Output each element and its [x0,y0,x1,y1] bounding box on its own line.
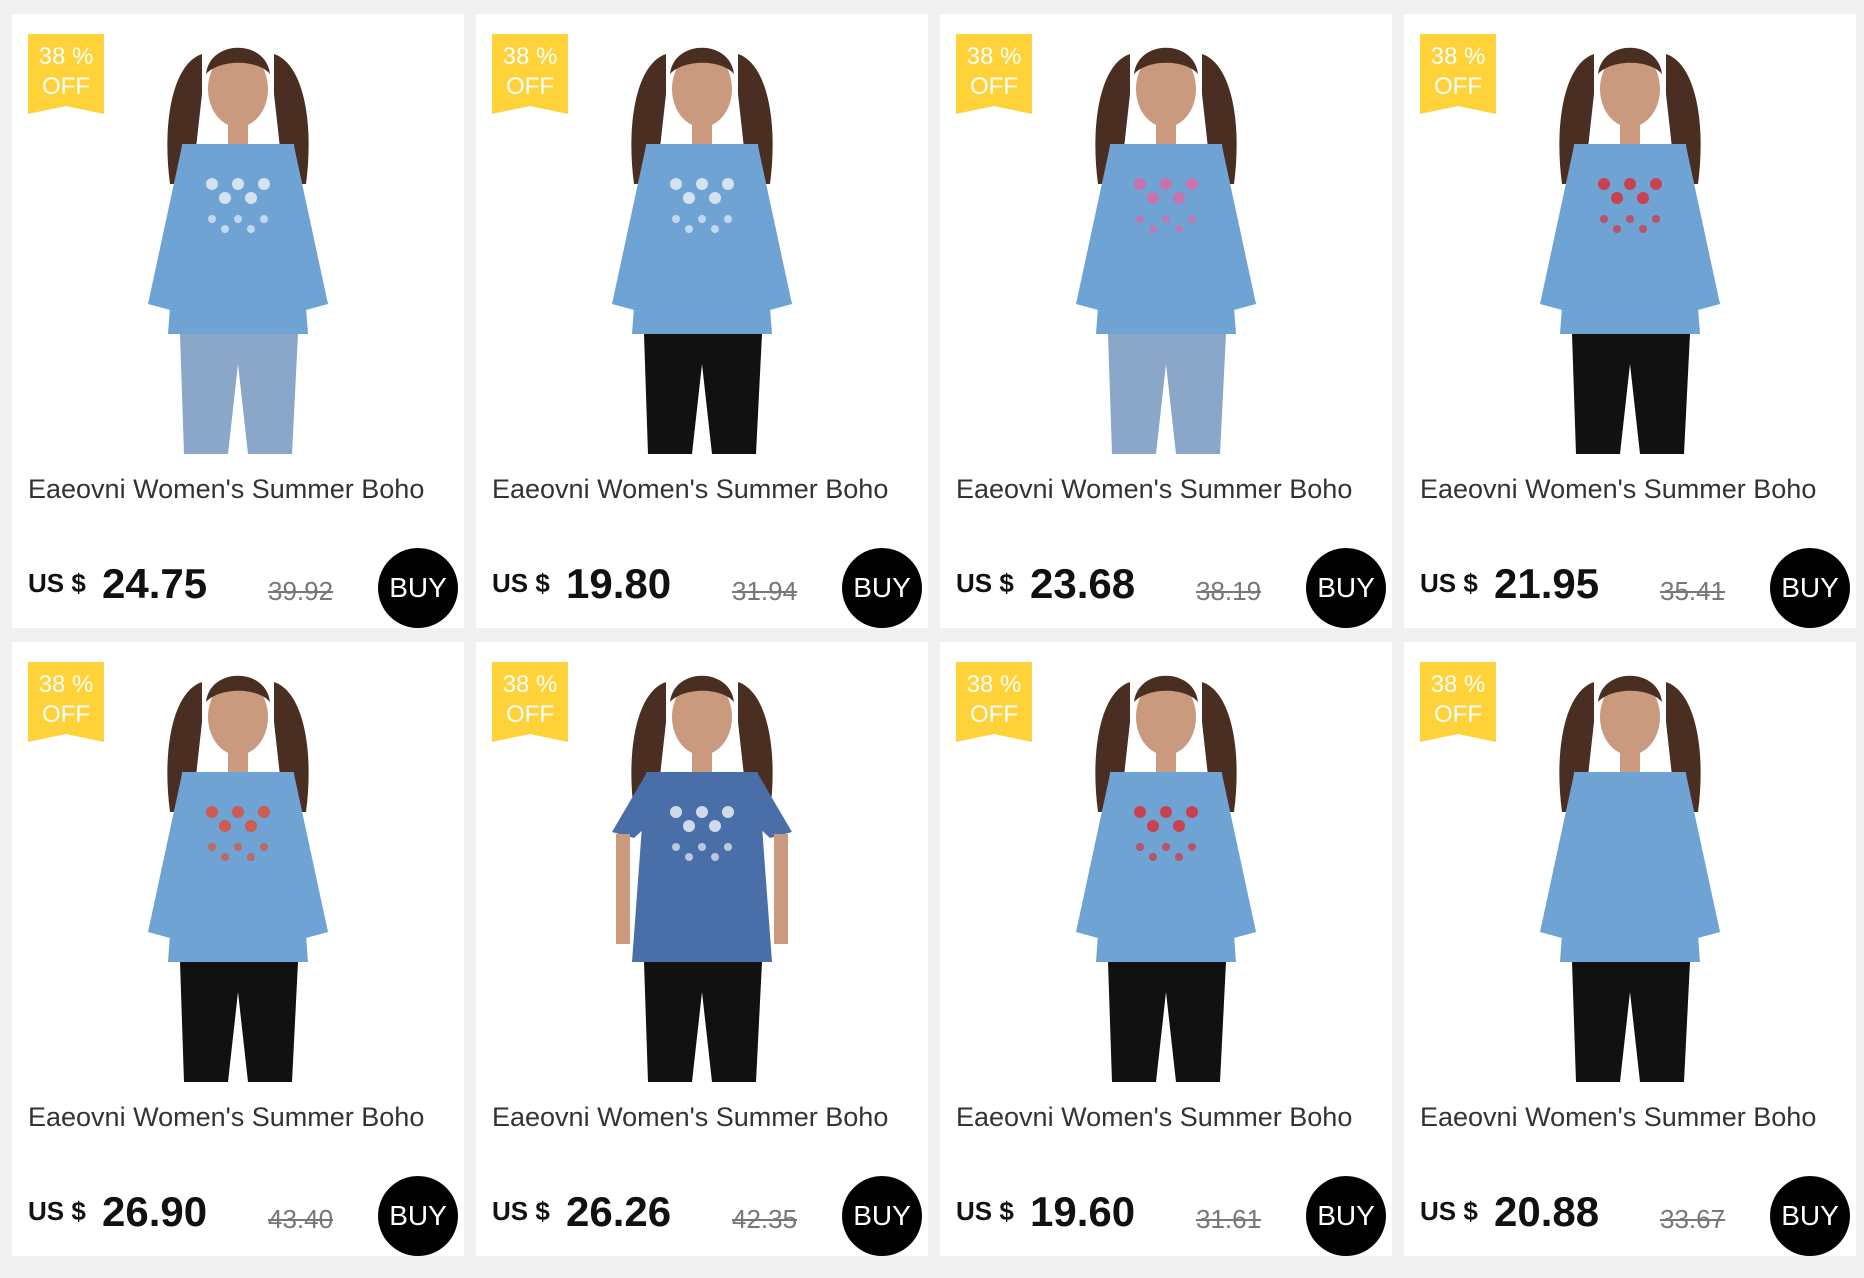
buy-button[interactable]: BUY [378,1176,458,1256]
product-image[interactable] [980,34,1352,454]
product-title[interactable]: Eaeovni Women's Summer Boho [1420,474,1840,505]
product-title[interactable]: Eaeovni Women's Summer Boho [492,474,912,505]
buy-button[interactable]: BUY [1770,1176,1850,1256]
price-row: US $ 20.88 33.67 BUY [1420,1166,1850,1256]
discount-badge: 38 % OFF [492,34,568,114]
currency-label: US $ [1420,1196,1478,1226]
discount-badge: 38 % OFF [1420,662,1496,742]
product-image[interactable] [52,662,424,1082]
product-card[interactable]: 38 % OFF Eaeovni Women's Summer Boho US … [476,14,928,628]
buy-button[interactable]: BUY [378,548,458,628]
discount-percent: 38 % [1430,671,1486,698]
discount-badge: 38 % OFF [28,662,104,742]
product-title[interactable]: Eaeovni Women's Summer Boho [956,474,1376,505]
product-image[interactable] [1444,34,1816,454]
discount-badge: 38 % OFF [956,662,1032,742]
buy-button[interactable]: BUY [1770,548,1850,628]
currency-label: US $ [28,568,86,598]
sale-price: 24.75 [102,560,208,607]
price-row: US $ 26.90 43.40 BUY [28,1166,458,1256]
buy-button[interactable]: BUY [1306,1176,1386,1256]
sale-price: 26.26 [566,1188,672,1235]
product-title[interactable]: Eaeovni Women's Summer Boho [1420,1102,1840,1133]
product-card[interactable]: 38 % OFF Eaeovni Women's Summer Boho US … [476,642,928,1256]
product-image[interactable] [516,662,888,1082]
price-row: US $ 26.26 42.35 BUY [492,1166,922,1256]
discount-off-label: OFF [1434,701,1482,728]
original-price: 31.94 [732,576,798,606]
product-image[interactable] [516,34,888,454]
discount-badge: 38 % OFF [956,34,1032,114]
price-row: US $ 19.60 31.61 BUY [956,1166,1386,1256]
discount-off-label: OFF [42,701,90,728]
discount-off-label: OFF [970,73,1018,100]
price-row: US $ 24.75 39.92 BUY [28,538,458,628]
buy-button[interactable]: BUY [1306,548,1386,628]
discount-off-label: OFF [970,701,1018,728]
sale-price: 19.60 [1030,1188,1136,1235]
price-row: US $ 23.68 38.19 BUY [956,538,1386,628]
original-price: 31.61 [1196,1204,1262,1234]
sale-price: 19.80 [566,560,672,607]
buy-button[interactable]: BUY [842,548,922,628]
discount-percent: 38 % [502,671,558,698]
product-card[interactable]: 38 % OFF Eaeovni Women's Summer Boho US … [12,14,464,628]
original-price: 42.35 [732,1204,798,1234]
discount-percent: 38 % [38,43,94,70]
currency-label: US $ [28,1196,86,1226]
sale-price: 21.95 [1494,560,1600,607]
discount-off-label: OFF [506,73,554,100]
discount-off-label: OFF [506,701,554,728]
discount-badge: 38 % OFF [492,662,568,742]
product-title[interactable]: Eaeovni Women's Summer Boho [956,1102,1376,1133]
product-image[interactable] [1444,662,1816,1082]
product-card[interactable]: 38 % OFF Eaeovni Women's Summer Boho US … [12,642,464,1256]
product-grid: 38 % OFF Eaeovni Women's Summer Boho US … [12,14,1856,1256]
discount-percent: 38 % [966,43,1022,70]
discount-percent: 38 % [502,43,558,70]
product-title[interactable]: Eaeovni Women's Summer Boho [28,1102,448,1133]
currency-label: US $ [492,568,550,598]
discount-off-label: OFF [42,73,90,100]
sale-price: 20.88 [1494,1188,1600,1235]
original-price: 43.40 [268,1204,334,1234]
product-image[interactable] [980,662,1352,1082]
original-price: 39.92 [268,576,334,606]
price-row: US $ 21.95 35.41 BUY [1420,538,1850,628]
discount-percent: 38 % [38,671,94,698]
discount-badge: 38 % OFF [28,34,104,114]
price-row: US $ 19.80 31.94 BUY [492,538,922,628]
discount-percent: 38 % [966,671,1022,698]
currency-label: US $ [492,1196,550,1226]
product-card[interactable]: 38 % OFF Eaeovni Women's Summer Boho US … [1404,642,1856,1256]
discount-badge: 38 % OFF [1420,34,1496,114]
product-title[interactable]: Eaeovni Women's Summer Boho [28,474,448,505]
sale-price: 26.90 [102,1188,208,1235]
discount-percent: 38 % [1430,43,1486,70]
original-price: 33.67 [1660,1204,1726,1234]
buy-button[interactable]: BUY [842,1176,922,1256]
original-price: 38.19 [1196,576,1262,606]
product-card[interactable]: 38 % OFF Eaeovni Women's Summer Boho US … [940,14,1392,628]
product-image[interactable] [52,34,424,454]
currency-label: US $ [956,568,1014,598]
discount-off-label: OFF [1434,73,1482,100]
product-title[interactable]: Eaeovni Women's Summer Boho [492,1102,912,1133]
sale-price: 23.68 [1030,560,1136,607]
product-card[interactable]: 38 % OFF Eaeovni Women's Summer Boho US … [1404,14,1856,628]
currency-label: US $ [1420,568,1478,598]
currency-label: US $ [956,1196,1014,1226]
product-card[interactable]: 38 % OFF Eaeovni Women's Summer Boho US … [940,642,1392,1256]
original-price: 35.41 [1660,576,1726,606]
